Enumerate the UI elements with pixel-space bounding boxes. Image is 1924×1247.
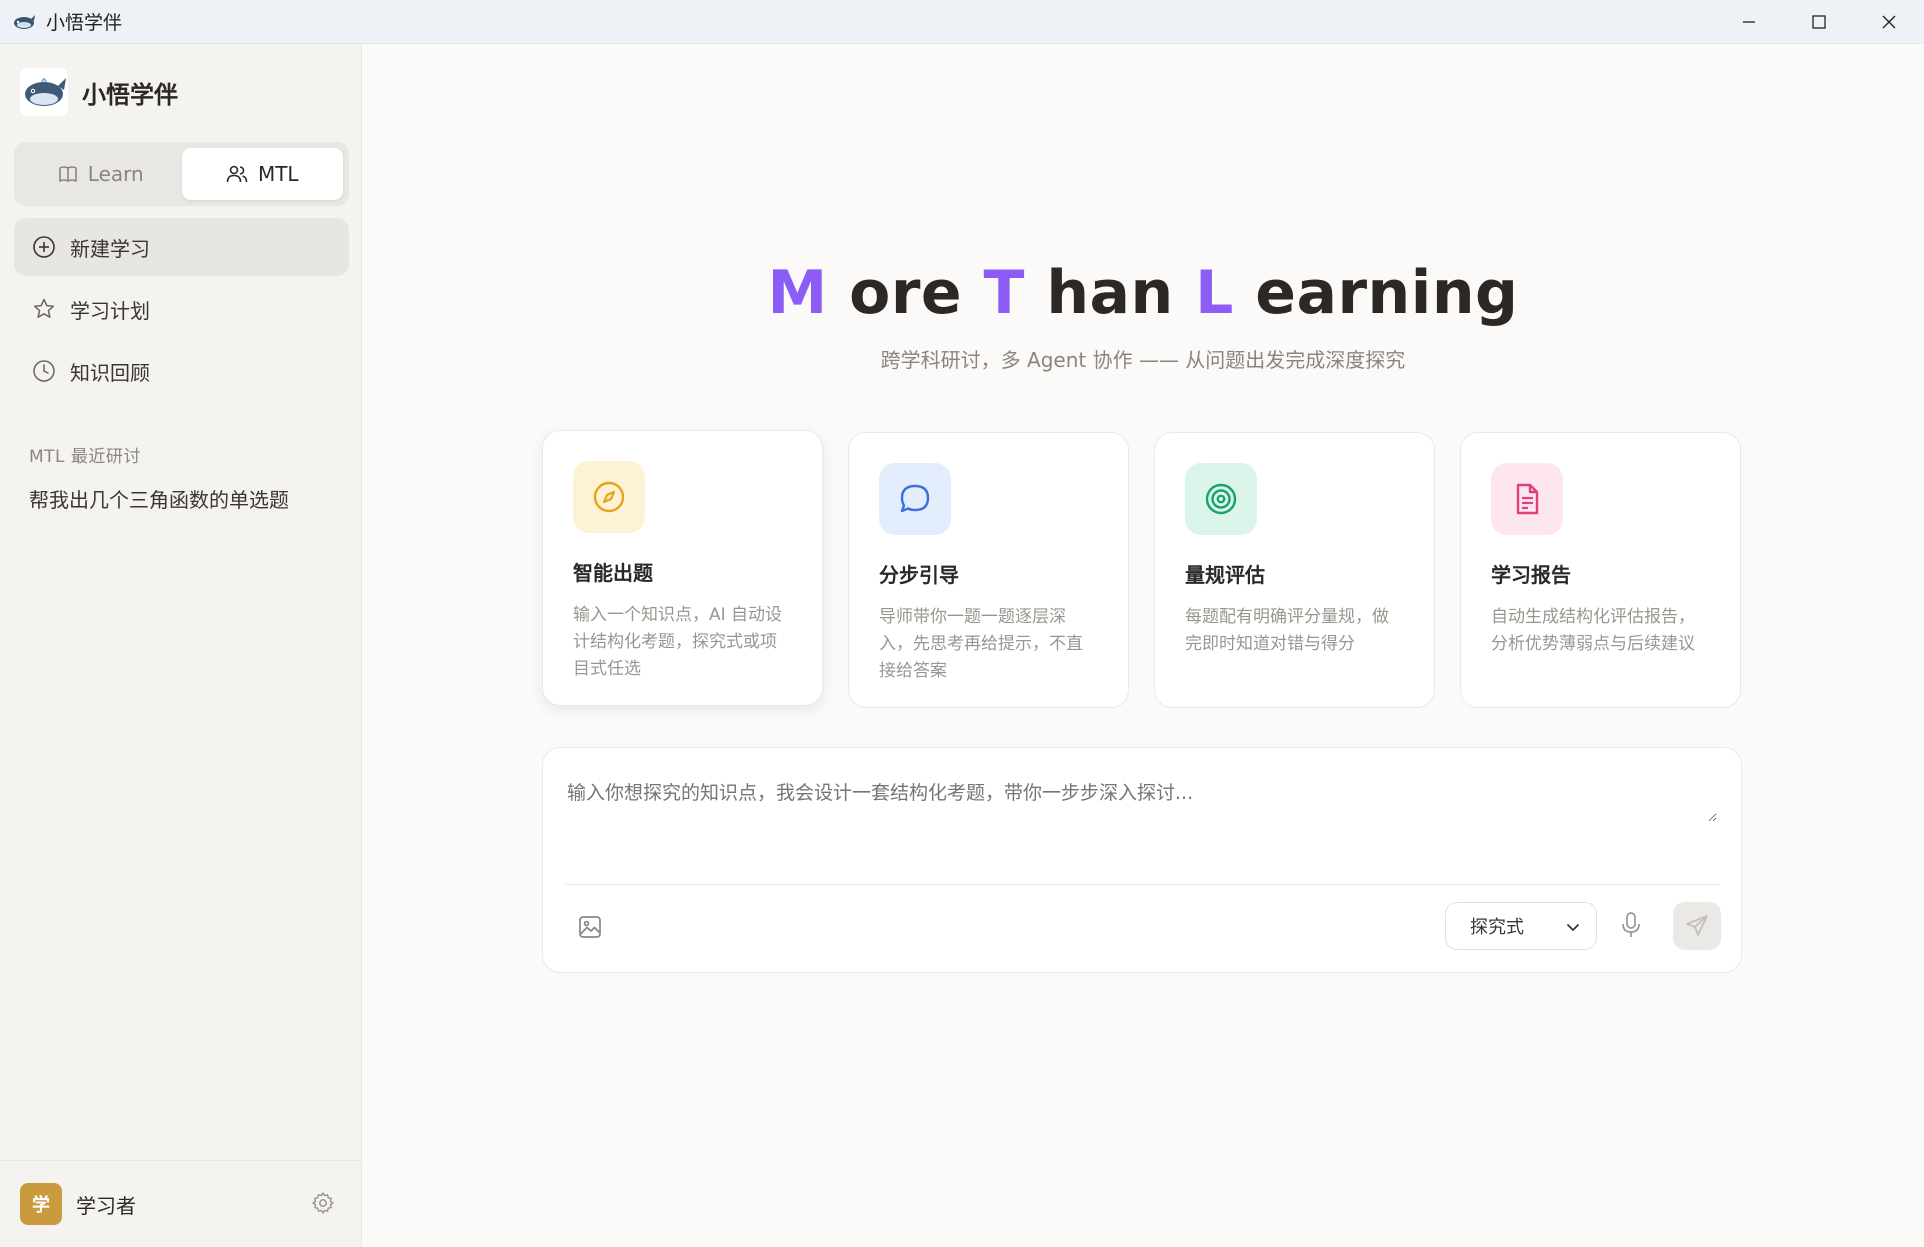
window-controls	[1714, 0, 1924, 44]
sidebar: 小悟学伴 Learn MTL 新建学习 学习计划 知识回顾 MTL 最近研讨 帮…	[0, 44, 362, 1247]
close-button[interactable]	[1854, 0, 1924, 44]
hero-accent-l: L	[1195, 258, 1234, 328]
hero-subtitle: 跨学科研讨，多 Agent 协作 —— 从问题出发完成深度探究	[880, 348, 1406, 372]
card-icon-box	[1185, 463, 1257, 535]
maximize-button[interactable]	[1784, 0, 1854, 44]
tab-learn-label: Learn	[87, 162, 144, 186]
card-title: 量规评估	[1185, 563, 1265, 587]
plus-circle-icon	[33, 236, 55, 258]
user-bar: 学 学习者	[0, 1160, 361, 1247]
chat-bubble-icon	[900, 484, 930, 513]
target-icon	[1205, 483, 1237, 515]
minimize-button[interactable]	[1714, 0, 1784, 44]
nav-study-plan-label: 学习计划	[70, 298, 150, 323]
title-bar: 小悟学伴	[0, 0, 1924, 44]
nav-knowledge-review-label: 知识回顾	[70, 360, 150, 385]
card-desc: 每题配有明确评分量规，做完即时知道对错与得分	[1185, 607, 1389, 654]
tab-mtl-label: MTL	[257, 162, 299, 186]
card-desc: 导师带你一题一题逐层深入，先思考再给提示，不直接给答案	[879, 607, 1083, 681]
tab-learn[interactable]: Learn	[20, 148, 182, 200]
card-title: 智能出题	[573, 561, 653, 585]
window-title: 小悟学伴	[46, 12, 123, 34]
hero-text-ore: ore	[827, 258, 984, 328]
send-button[interactable]	[1673, 902, 1721, 950]
nav-knowledge-review[interactable]: 知识回顾	[14, 342, 349, 400]
mic-button[interactable]	[1619, 910, 1643, 944]
tab-mtl[interactable]: MTL	[181, 148, 343, 200]
mode-switcher: Learn MTL	[14, 142, 349, 206]
document-icon	[1516, 483, 1539, 515]
recent-section-label: MTL 最近研讨	[29, 447, 141, 467]
mic-icon	[1622, 912, 1640, 937]
nav-new-study-label: 新建学习	[70, 236, 150, 261]
book-icon	[58, 166, 77, 182]
card-title: 学习报告	[1491, 563, 1571, 587]
recent-item[interactable]: 帮我出几个三角函数的单选题	[29, 484, 289, 513]
image-icon	[579, 916, 601, 938]
nav-study-plan[interactable]: 学习计划	[14, 280, 349, 338]
brand-name: 小悟学伴	[82, 80, 178, 109]
whale-logo-icon	[20, 68, 68, 116]
sidebar-nav: 新建学习 学习计划 知识回顾	[14, 218, 349, 404]
main-content: M ore T han L earning 跨学科研讨，多 Agent 协作 —…	[362, 44, 1924, 1247]
clock-icon	[33, 360, 55, 382]
hero-text-earning: earning	[1233, 258, 1519, 328]
users-icon	[226, 165, 248, 183]
brand: 小悟学伴	[20, 68, 178, 116]
star-icon	[33, 298, 55, 318]
hero-accent-t: T	[983, 258, 1025, 328]
composer-divider	[565, 884, 1719, 885]
feature-cards: 智能出题 输入一个知识点，AI 自动设计结构化考题，探究式或项目式任选 分步引导…	[542, 430, 1742, 708]
card-icon-box	[1491, 463, 1563, 535]
gear-icon	[312, 1192, 334, 1214]
feature-card-report[interactable]: 学习报告 自动生成结构化评估报告，分析优势薄弱点与后续建议	[1460, 432, 1741, 708]
chevron-down-icon	[1567, 924, 1579, 931]
avatar[interactable]: 学	[20, 1183, 62, 1225]
settings-button[interactable]	[311, 1191, 335, 1219]
user-name: 学习者	[76, 1193, 136, 1218]
maximize-icon	[1812, 15, 1826, 29]
card-desc: 输入一个知识点，AI 自动设计结构化考题，探究式或项目式任选	[573, 605, 783, 679]
minimize-icon	[1743, 21, 1755, 23]
feature-card-smart-quiz[interactable]: 智能出题 输入一个知识点，AI 自动设计结构化考题，探究式或项目式任选	[542, 430, 823, 706]
close-icon	[1882, 15, 1896, 29]
send-icon	[1686, 915, 1708, 936]
composer: 探究式	[542, 747, 1742, 973]
card-title: 分步引导	[879, 563, 959, 587]
app-whale-icon	[10, 8, 38, 36]
feature-card-step-guide[interactable]: 分步引导 导师带你一题一题逐层深入，先思考再给提示，不直接给答案	[848, 432, 1129, 708]
card-icon-box	[879, 463, 951, 535]
mode-select[interactable]: 探究式	[1445, 902, 1597, 950]
composer-input[interactable]	[567, 778, 1717, 822]
mode-select-value: 探究式	[1470, 917, 1524, 938]
card-desc: 自动生成结构化评估报告，分析优势薄弱点与后续建议	[1491, 607, 1695, 654]
hero-title: M ore T han L earning	[362, 258, 1924, 328]
hero-text-han: han	[1024, 258, 1196, 328]
attach-image-button[interactable]	[577, 914, 603, 944]
feature-card-rubric[interactable]: 量规评估 每题配有明确评分量规，做完即时知道对错与得分	[1154, 432, 1435, 708]
card-icon-box	[573, 461, 645, 533]
compass-icon	[593, 481, 625, 513]
hero-accent-m: M	[767, 258, 828, 328]
nav-new-study[interactable]: 新建学习	[14, 218, 349, 276]
